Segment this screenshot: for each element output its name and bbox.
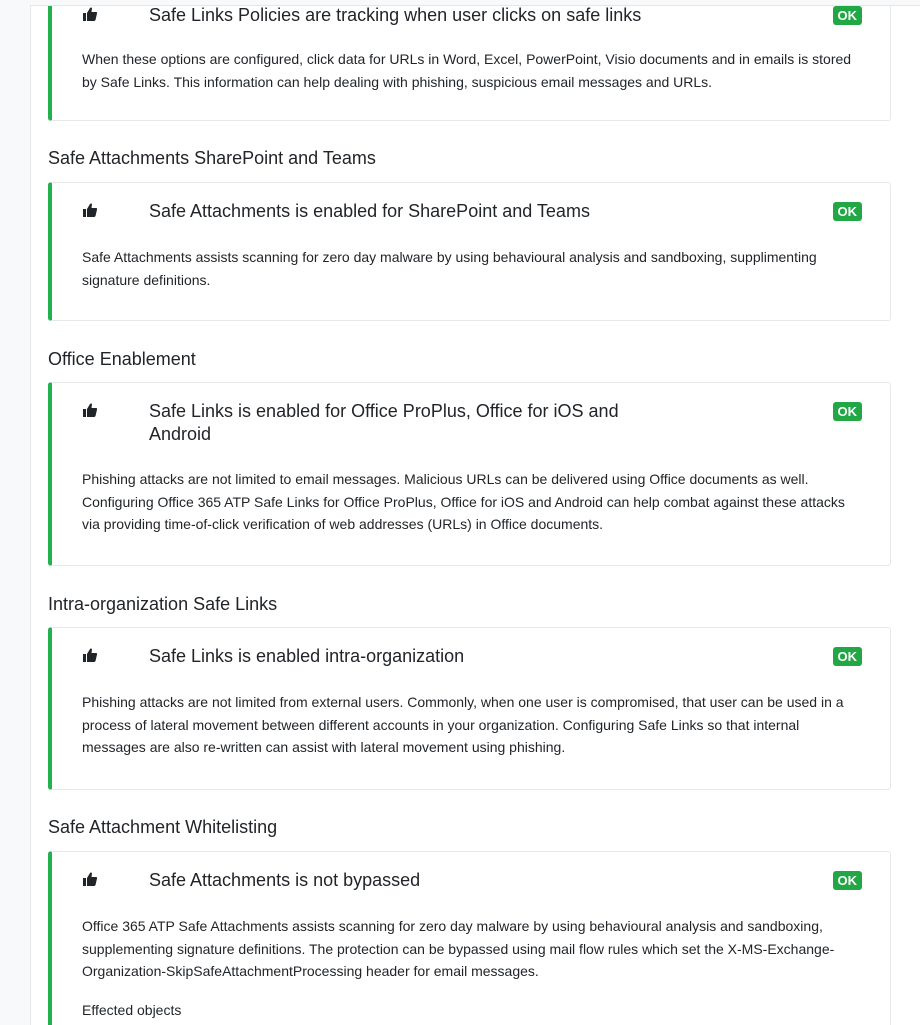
check-description: Office 365 ATP Safe Attachments assists …: [82, 918, 835, 979]
effected-objects-label: Effected objects: [82, 1002, 182, 1018]
status-badge: OK: [832, 647, 862, 666]
status-badge: OK: [832, 871, 862, 890]
check-description: When these options are configured, click…: [82, 51, 852, 90]
thumbs-up-icon: [83, 203, 98, 217]
status-badge: OK: [832, 202, 862, 221]
check-card-safe-attachments-sharepoint: Safe Attachments is enabled for SharePoi…: [48, 182, 891, 321]
thumbs-up-icon: [83, 7, 98, 21]
check-title: Safe Links is enabled for Office ProPlus…: [149, 401, 619, 444]
check-card-safe-attachment-whitelisting: Safe Attachments is not bypassed OK Offi…: [48, 851, 891, 1025]
check-description: Phishing attacks are not limited from ex…: [82, 694, 844, 755]
check-card-safe-links-tracking: Safe Links Policies are tracking when us…: [48, 5, 891, 121]
check-title: Safe Attachments is not bypassed: [149, 870, 421, 890]
thumbs-up-icon: [83, 648, 98, 662]
check-title: Safe Attachments is enabled for SharePoi…: [149, 201, 590, 221]
section-title-safe-attachments-sharepoint: Safe Attachments SharePoint and Teams: [48, 148, 376, 168]
thumbs-up-icon: [83, 872, 98, 886]
section-title-office-enablement: Office Enablement: [48, 349, 196, 369]
check-description: Phishing attacks are not limited to emai…: [82, 471, 845, 532]
report-page: Safe Links Policies are tracking when us…: [30, 5, 920, 1025]
section-title-intra-org-safe-links: Intra-organization Safe Links: [48, 594, 278, 614]
section-title-safe-attachment-whitelisting: Safe Attachment Whitelisting: [48, 817, 278, 837]
check-card-office-enablement: Safe Links is enabled for Office ProPlus…: [48, 382, 891, 566]
check-title: Safe Links Policies are tracking when us…: [149, 5, 642, 25]
status-badge: OK: [832, 6, 862, 25]
thumbs-up-icon: [83, 403, 98, 417]
status-badge: OK: [832, 402, 862, 421]
check-title: Safe Links is enabled intra-organization: [149, 646, 465, 666]
check-description: Safe Attachments assists scanning for ze…: [82, 249, 817, 288]
check-card-intra-org-safe-links: Safe Links is enabled intra-organization…: [48, 627, 891, 790]
